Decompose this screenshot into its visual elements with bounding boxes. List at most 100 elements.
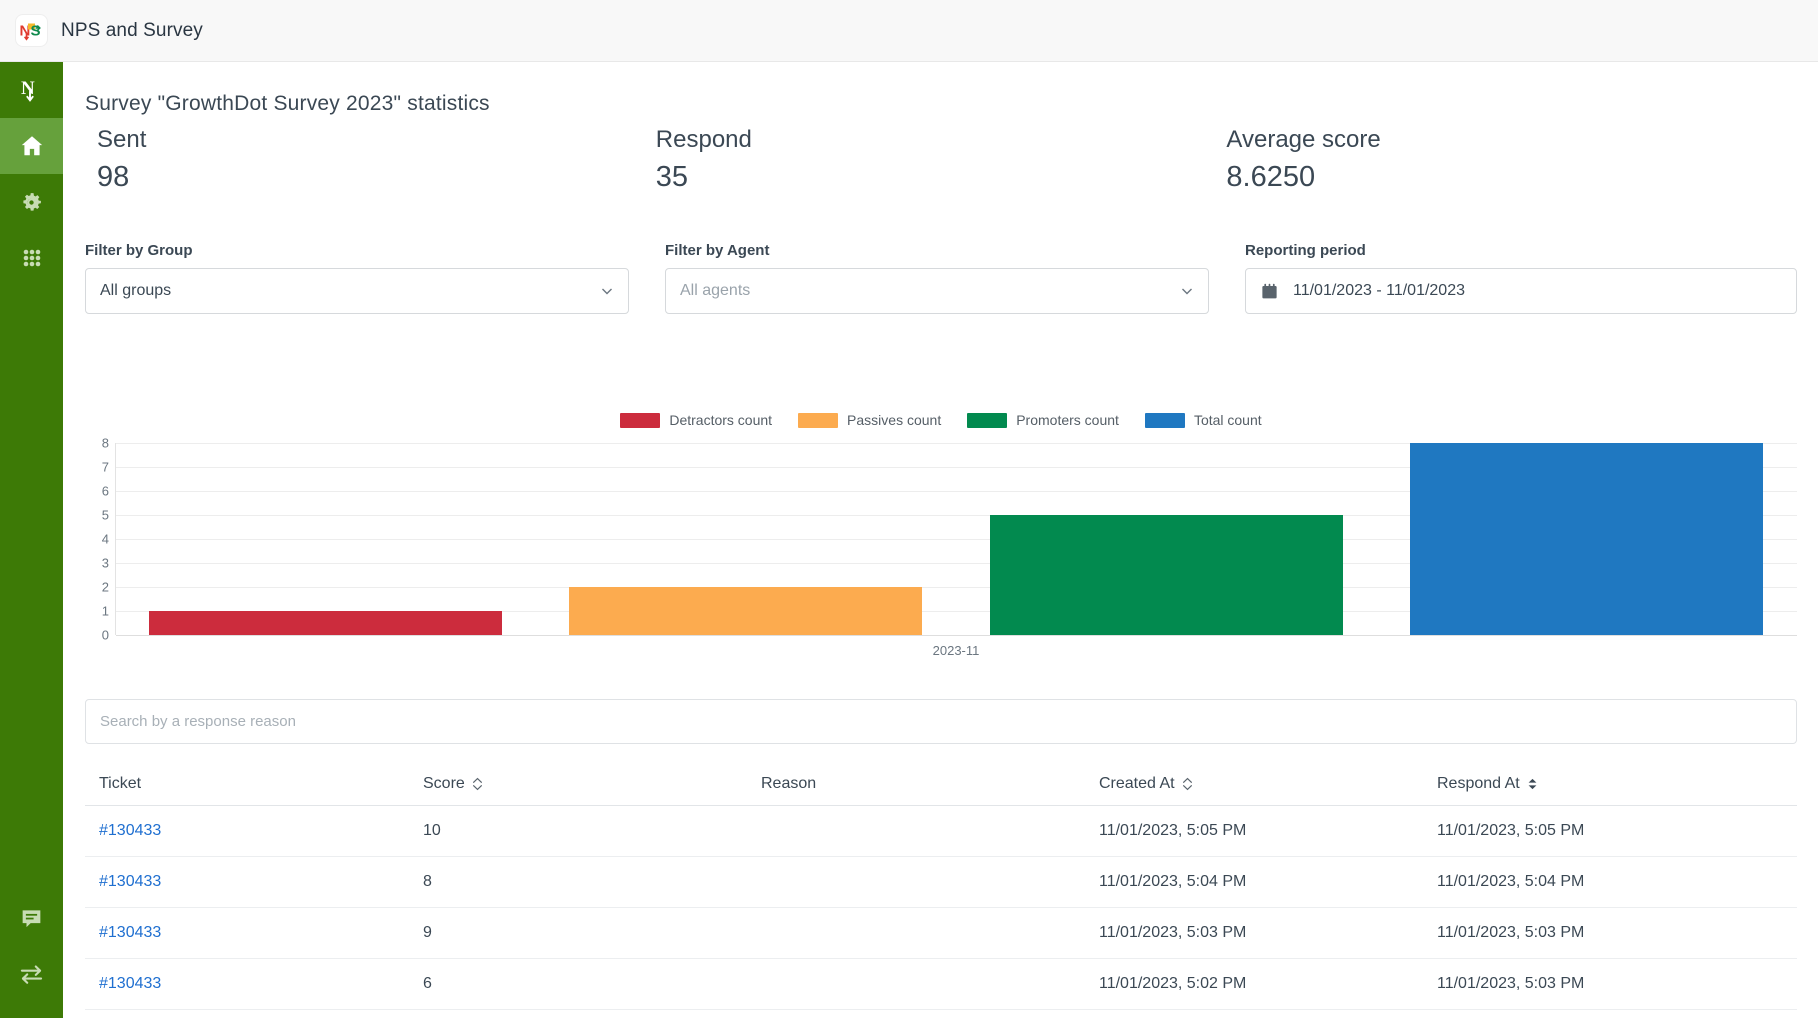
stat-label: Respond xyxy=(655,126,752,153)
swap-arrows-icon xyxy=(18,961,45,988)
cell-score: 6 xyxy=(423,975,432,992)
table-row: #130433 6 11/01/2023, 5:02 PM 11/01/2023, 5… xyxy=(85,959,1797,1010)
filter-agent-select[interactable]: All agents xyxy=(665,268,1209,314)
n-brand-icon: N xyxy=(17,75,47,105)
stats-row: Sent 98 Respond 35 Average score 8.6250 xyxy=(85,124,1797,196)
stat-value: 98 xyxy=(97,161,130,193)
legend-swatch xyxy=(1144,412,1185,428)
legend-label: Total count xyxy=(1193,412,1262,428)
chevron-down-icon xyxy=(600,284,614,298)
table-body: #130433 10 11/01/2023, 5:05 PM 11/01/2023, … xyxy=(85,806,1797,1018)
reporting-period-label: Reporting period xyxy=(1245,242,1366,259)
y-axis-tick: 1 xyxy=(101,603,109,619)
stat-respond: Respond 35 xyxy=(656,124,1227,196)
responses-table: Ticket Score Reason Created At Respond A… xyxy=(85,762,1797,1018)
filter-group-wrapper: Filter by Group All groups xyxy=(85,242,665,314)
legend-label: Passives count xyxy=(847,412,942,428)
y-axis-tick: 5 xyxy=(101,507,109,523)
filter-group-label: Filter by Group xyxy=(85,242,193,259)
column-header-score[interactable]: Score xyxy=(423,775,761,793)
column-label: Ticket xyxy=(99,774,142,792)
grid-apps-icon xyxy=(20,246,44,270)
column-label: Created At xyxy=(1099,774,1175,792)
gear-icon xyxy=(19,190,44,215)
legend-label: Promoters count xyxy=(1016,412,1119,428)
sidebar-item-brand[interactable]: N xyxy=(0,62,63,118)
sidebar-item-home[interactable] xyxy=(0,118,63,174)
cell-respond: 11/01/2023, 5:04 PM xyxy=(1437,873,1585,890)
ticket-link[interactable]: #130433 xyxy=(85,873,423,891)
stat-label: Average score xyxy=(1226,126,1381,153)
cell-created: 11/01/2023, 5:05 PM xyxy=(1099,822,1247,839)
legend-item-detractors[interactable]: Detractors count xyxy=(620,412,772,428)
cell-respond: 11/01/2023, 5:03 PM xyxy=(1437,975,1585,992)
reporting-period-wrapper: Reporting period 11/01/2023 - 11/01/2023 xyxy=(1245,242,1797,314)
chat-bubble-icon xyxy=(19,906,44,931)
reporting-period-picker[interactable]: 11/01/2023 - 11/01/2023 xyxy=(1245,268,1797,314)
search-reason-wrapper xyxy=(85,699,1797,744)
left-sidebar: N xyxy=(0,62,63,1018)
app-title: NPS and Survey xyxy=(61,19,203,41)
ticket-link[interactable]: #130433 xyxy=(85,924,423,942)
chart-x-tick-label: 2023-11 xyxy=(932,643,980,658)
y-axis-tick: 0 xyxy=(101,627,109,643)
stat-value: 35 xyxy=(655,161,689,193)
search-input[interactable] xyxy=(100,713,1782,730)
legend-label: Detractors count xyxy=(669,412,773,428)
sidebar-item-apps[interactable] xyxy=(0,230,63,286)
table-row: #130433 9 11/01/2023, 5:03 PM 11/01/2023, 5… xyxy=(85,908,1797,959)
column-header-ticket: Ticket xyxy=(85,775,423,793)
chart-bar[interactable] xyxy=(148,611,502,635)
column-header-respond-at[interactable]: Respond At xyxy=(1437,775,1757,793)
y-axis-tick: 3 xyxy=(101,555,109,571)
chart-bar[interactable] xyxy=(989,515,1343,635)
chart-legend: Detractors count Passives count Promoter… xyxy=(85,407,1797,433)
filter-agent-wrapper: Filter by Agent All agents xyxy=(665,242,1245,314)
cell-created: 11/01/2023, 5:03 PM xyxy=(1099,924,1247,941)
cell-score: 10 xyxy=(423,822,441,839)
filter-agent-label: Filter by Agent xyxy=(665,242,770,259)
y-axis-tick: 6 xyxy=(101,483,109,499)
sidebar-item-transfer[interactable] xyxy=(0,946,63,1002)
chart-bar[interactable] xyxy=(569,587,923,635)
column-header-reason: Reason xyxy=(761,775,1099,793)
svg-text:N: N xyxy=(21,78,35,99)
sort-icon xyxy=(472,777,483,791)
filters-row: Filter by Group All groups Filter by Age… xyxy=(85,242,1797,314)
stat-label: Sent xyxy=(97,126,147,153)
sort-icon-active xyxy=(1527,777,1538,791)
legend-item-promoters[interactable]: Promoters count xyxy=(967,412,1119,428)
cell-score: 8 xyxy=(423,873,432,890)
nps-logo-icon: N S xyxy=(16,15,47,46)
column-label: Respond At xyxy=(1437,774,1520,792)
filter-group-select[interactable]: All groups xyxy=(85,268,629,314)
chart-bar[interactable] xyxy=(1410,443,1764,635)
filter-agent-value: All agents xyxy=(680,282,751,299)
sort-icon xyxy=(1182,777,1193,791)
y-axis-tick: 7 xyxy=(101,459,109,475)
home-icon xyxy=(19,133,45,159)
cell-created: 11/01/2023, 5:02 PM xyxy=(1099,975,1247,992)
top-bar: N S NPS and Survey xyxy=(0,0,1818,62)
cell-respond: 11/01/2023, 5:05 PM xyxy=(1437,822,1585,839)
ticket-link[interactable]: #130433 xyxy=(85,975,423,993)
table-row: #1304331011/01/2023, 5:02 PM11/01/2023, … xyxy=(85,1010,1797,1018)
y-axis-tick: 2 xyxy=(101,579,109,595)
page-title: Survey "GrowthDot Survey 2023" statistic… xyxy=(85,92,490,115)
chart-plot-area: 0 1 2 3 4 5 6 7 8 2023-11 xyxy=(85,437,1797,658)
sidebar-item-messages[interactable] xyxy=(0,890,63,946)
nps-bar-chart: Detractors count Passives count Promoter… xyxy=(85,407,1797,667)
filter-group-value: All groups xyxy=(100,282,172,299)
sidebar-item-settings[interactable] xyxy=(0,174,63,230)
column-header-created-at[interactable]: Created At xyxy=(1099,775,1437,793)
ticket-link[interactable]: #130433 xyxy=(85,822,423,840)
gridline xyxy=(116,635,1797,636)
legend-swatch xyxy=(967,412,1008,428)
legend-swatch xyxy=(620,412,661,428)
legend-item-passives[interactable]: Passives count xyxy=(798,412,941,428)
column-label: Score xyxy=(423,774,465,792)
table-row: #130433 10 11/01/2023, 5:05 PM 11/01/2023, … xyxy=(85,806,1797,857)
svg-text:S: S xyxy=(31,23,41,40)
legend-item-total[interactable]: Total count xyxy=(1144,412,1262,428)
main-content: Survey "GrowthDot Survey 2023" statistic… xyxy=(63,62,1818,1018)
